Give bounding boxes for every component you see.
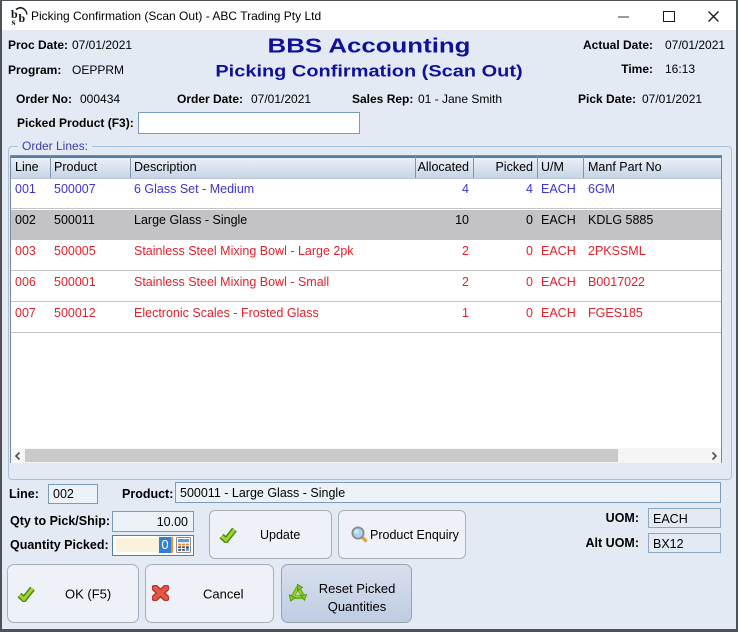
svg-text:b: b (19, 11, 26, 25)
svg-text:s: s (12, 18, 16, 26)
